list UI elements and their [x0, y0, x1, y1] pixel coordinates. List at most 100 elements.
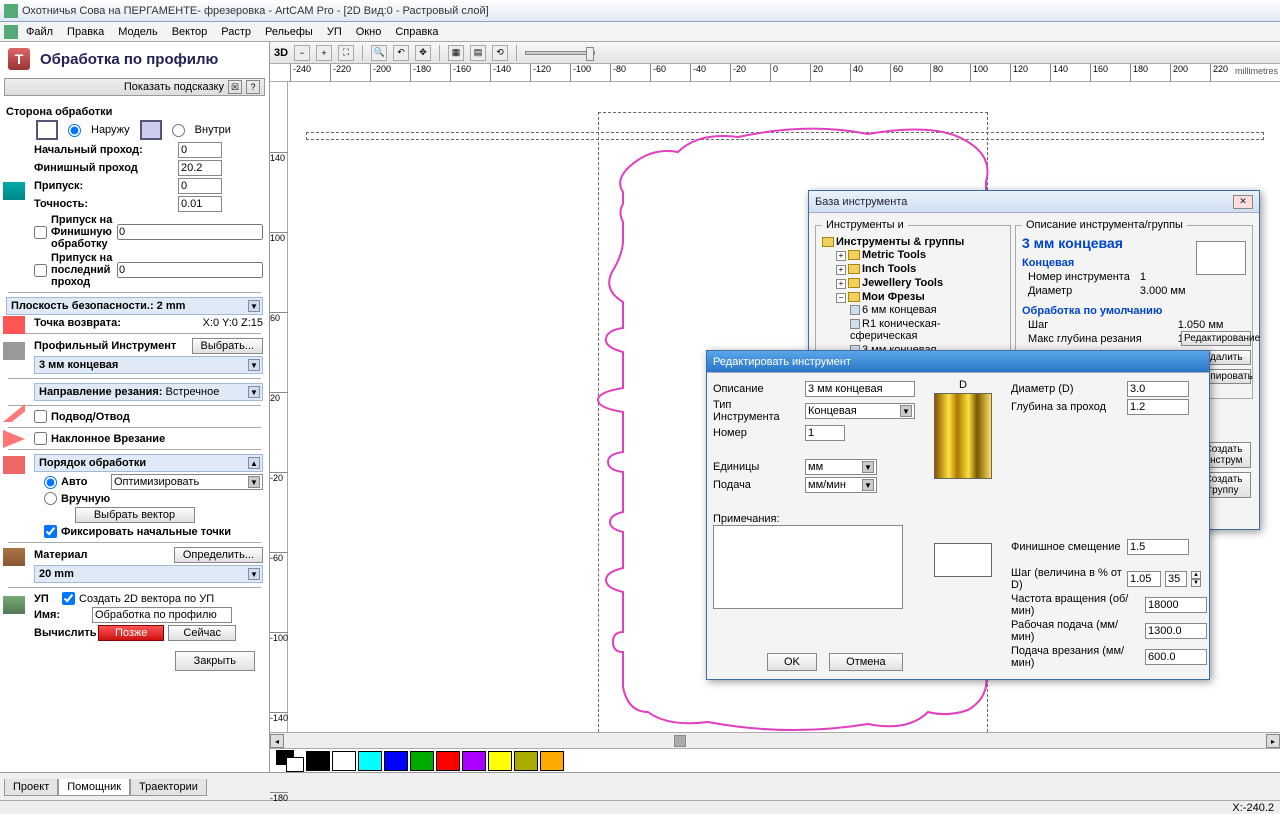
expand-icon[interactable]: + [836, 251, 846, 261]
plunge-input[interactable] [1145, 649, 1207, 665]
color-swatch[interactable] [358, 751, 382, 771]
create-2d-check[interactable] [62, 592, 75, 605]
menu-edit[interactable]: Правка [61, 24, 110, 40]
menu-vector[interactable]: Вектор [166, 24, 214, 40]
num-input[interactable] [805, 425, 845, 441]
allowance-input[interactable] [178, 178, 222, 194]
scroll-left-icon[interactable]: ◂ [270, 734, 284, 748]
start-pass-input[interactable] [178, 142, 222, 158]
last-pass-check[interactable] [34, 264, 47, 277]
menu-file[interactable]: Файл [20, 24, 59, 40]
unit-select[interactable]: мм▼ [805, 459, 877, 475]
menu-help[interactable]: Справка [389, 24, 444, 40]
order-bar[interactable]: Порядок обработки▲ [34, 454, 263, 472]
tab-project[interactable]: Проект [4, 779, 58, 796]
color-swatch[interactable] [332, 751, 356, 771]
slider-thumb[interactable] [586, 47, 594, 61]
tooldb-titlebar[interactable]: База инструмента✕ [809, 191, 1259, 213]
tree-group[interactable]: Metric Tools [862, 249, 926, 261]
fix-start-check[interactable] [44, 525, 57, 538]
menu-raster[interactable]: Растр [215, 24, 257, 40]
zoom-prev-icon[interactable]: ↶ [393, 45, 409, 61]
finish-allow-check[interactable] [34, 226, 47, 239]
now-button[interactable]: Сейчас [168, 625, 236, 641]
lead-check[interactable] [34, 410, 47, 423]
expand-icon[interactable]: + [836, 279, 846, 289]
hint-bar[interactable]: Показать подсказку ☒ ? [4, 78, 265, 96]
feedrate-input[interactable] [1145, 623, 1207, 639]
later-button[interactable]: Позже [98, 625, 164, 641]
feed-select[interactable]: мм/мин▼ [805, 477, 877, 493]
color-swatch[interactable] [306, 751, 330, 771]
tree-tool[interactable]: 6 мм концевая [862, 304, 937, 316]
tooldb-edit-button[interactable]: Редактирование [1181, 331, 1251, 346]
tree-group[interactable]: Jewellery Tools [862, 277, 943, 289]
3d-button[interactable]: 3D [274, 47, 288, 59]
expand-icon[interactable]: + [836, 265, 846, 275]
menu-reliefs[interactable]: Рельефы [259, 24, 319, 40]
select-tool-button[interactable]: Выбрать... [192, 338, 263, 354]
last-pass-input[interactable] [117, 262, 263, 278]
toggle-c-icon[interactable]: ⟲ [492, 45, 508, 61]
desc-input[interactable] [805, 381, 915, 397]
color-swatch[interactable] [410, 751, 434, 771]
menu-window[interactable]: Окно [350, 24, 388, 40]
scrollbar-horizontal[interactable]: ◂ ▸ [270, 732, 1280, 748]
notes-input[interactable] [713, 525, 903, 609]
slider[interactable] [525, 51, 595, 55]
color-swatch[interactable] [488, 751, 512, 771]
finishoff-input[interactable] [1127, 539, 1189, 555]
manual-radio[interactable] [44, 492, 57, 505]
color-swatch[interactable] [462, 751, 486, 771]
stepover-mm-input[interactable] [1127, 571, 1161, 587]
select-vector-button[interactable]: Выбрать вектор [75, 507, 195, 523]
color-swatch[interactable] [384, 751, 408, 771]
tree-group[interactable]: Inch Tools [862, 263, 916, 275]
color-swatch[interactable] [540, 751, 564, 771]
material-value-bar[interactable]: 20 mm▼ [34, 565, 263, 583]
zoom-out-icon[interactable]: − [294, 45, 310, 61]
optimize-select[interactable]: Оптимизировать▼ [111, 474, 263, 490]
chevron-down-icon[interactable]: ▼ [248, 568, 260, 580]
close-button[interactable]: Закрыть [175, 651, 255, 671]
spin-up-icon[interactable]: ▲ [1191, 571, 1201, 579]
spin-down-icon[interactable]: ▼ [1191, 579, 1201, 587]
menu-model[interactable]: Модель [112, 24, 163, 40]
close-icon[interactable]: ✕ [1233, 195, 1253, 209]
scroll-right-icon[interactable]: ▸ [1266, 734, 1280, 748]
chevron-up-icon[interactable]: ▲ [248, 457, 260, 469]
tree-root[interactable]: Инструменты & группы [836, 236, 964, 248]
toolpath-name-input[interactable] [92, 607, 232, 623]
edittool-titlebar[interactable]: Редактировать инструмент [707, 351, 1209, 373]
outside-radio[interactable] [68, 124, 81, 137]
toggle-b-icon[interactable]: ▤ [470, 45, 486, 61]
fg-bg-swatch[interactable] [276, 750, 304, 772]
tab-toolpaths[interactable]: Траектории [130, 779, 207, 796]
define-material-button[interactable]: Определить... [174, 547, 263, 563]
hint-help-icon[interactable]: ? [246, 80, 260, 94]
stepdown-input[interactable] [1127, 399, 1189, 415]
tool-name-bar[interactable]: 3 мм концевая▼ [34, 356, 263, 374]
diameter-input[interactable] [1127, 381, 1189, 397]
tree-group[interactable]: Мои Фрезы [862, 291, 925, 303]
chevron-down-icon[interactable]: ▼ [248, 386, 260, 398]
tree-tool[interactable]: R1 коническая-сферическая [850, 318, 941, 342]
inside-radio[interactable] [172, 124, 185, 137]
safe-z-bar[interactable]: Плоскость безопасности.: 2 mm▼ [6, 297, 263, 315]
toggle-a-icon[interactable]: ▦ [448, 45, 464, 61]
finish-pass-input[interactable] [178, 160, 222, 176]
finish-allow-input[interactable] [117, 224, 263, 240]
color-swatch[interactable] [436, 751, 460, 771]
ramp-check[interactable] [34, 432, 47, 445]
ok-button[interactable]: OK [767, 653, 817, 671]
tool-tree[interactable]: Инструменты & группы + Metric Tools + Inch… [822, 235, 1004, 359]
menu-toolpath[interactable]: УП [321, 24, 348, 40]
zoom-window-icon[interactable]: 🔍 [371, 45, 387, 61]
collapse-icon[interactable]: − [836, 293, 846, 303]
cut-dir-bar[interactable]: Направление резания: Встречное▼ [34, 383, 263, 401]
chevron-down-icon[interactable]: ▼ [248, 359, 260, 371]
zoom-in-icon[interactable]: + [316, 45, 332, 61]
chevron-down-icon[interactable]: ▼ [248, 300, 260, 312]
pan-icon[interactable]: ✥ [415, 45, 431, 61]
cancel-button[interactable]: Отмена [829, 653, 902, 671]
